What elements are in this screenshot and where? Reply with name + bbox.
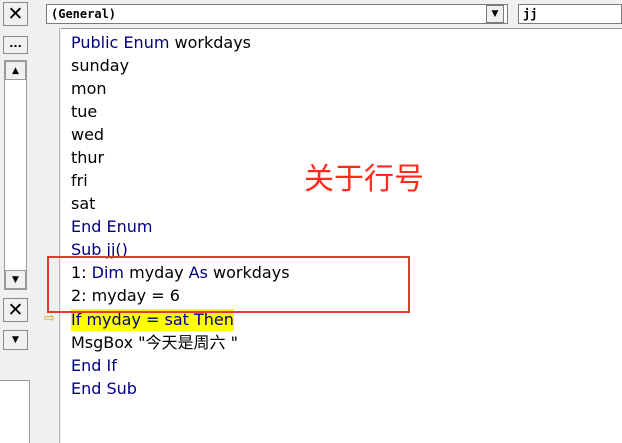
close-icon[interactable]: ✕	[3, 2, 28, 26]
close-icon[interactable]: ✕	[3, 298, 28, 322]
execution-pointer-icon: ⇨	[44, 311, 55, 326]
chevron-down-icon[interactable]: ▼	[3, 330, 28, 350]
annotation-text: 关于行号	[304, 162, 424, 197]
code-line: Public Enum workdays	[71, 32, 251, 54]
code-editor[interactable]: Public Enum workdays sunday mon tue wed …	[61, 28, 622, 443]
enum-member: mon	[71, 79, 107, 98]
scroll-down-icon[interactable]: ▼	[5, 270, 26, 289]
code-line: End Sub	[71, 379, 137, 398]
keyword: Public Enum	[71, 33, 170, 52]
enum-member: sat	[71, 194, 96, 213]
enum-member: sunday	[71, 56, 130, 75]
properties-scrollbar[interactable]: ▲ ▼	[4, 60, 27, 290]
code-window-header: (General) ▼ jj	[34, 0, 622, 28]
object-combo[interactable]: (General)	[46, 4, 508, 24]
enum-member: fri	[71, 171, 88, 190]
code-window: (General) ▼ jj Public Enum workdays sund…	[34, 0, 622, 443]
margin-indicator-bar[interactable]	[34, 28, 60, 443]
enum-member: wed	[71, 125, 105, 144]
enum-member: thur	[71, 148, 105, 167]
procedure-combo[interactable]: jj	[518, 4, 622, 24]
properties-list[interactable]	[0, 380, 30, 443]
enum-name: workdays	[169, 33, 252, 52]
code-line: End Enum	[71, 217, 153, 236]
scroll-up-icon[interactable]: ▲	[5, 61, 26, 80]
code-line: MsgBox "今天是周六 "	[71, 333, 238, 352]
annotation-box	[47, 256, 410, 313]
project-panel-strip: ✕ ... ▲ ▼ ✕ ▼	[0, 0, 30, 443]
chevron-down-icon[interactable]: ▼	[486, 5, 504, 23]
code-line: End If	[71, 356, 117, 375]
browse-button[interactable]: ...	[3, 36, 28, 54]
enum-member: tue	[71, 102, 98, 121]
